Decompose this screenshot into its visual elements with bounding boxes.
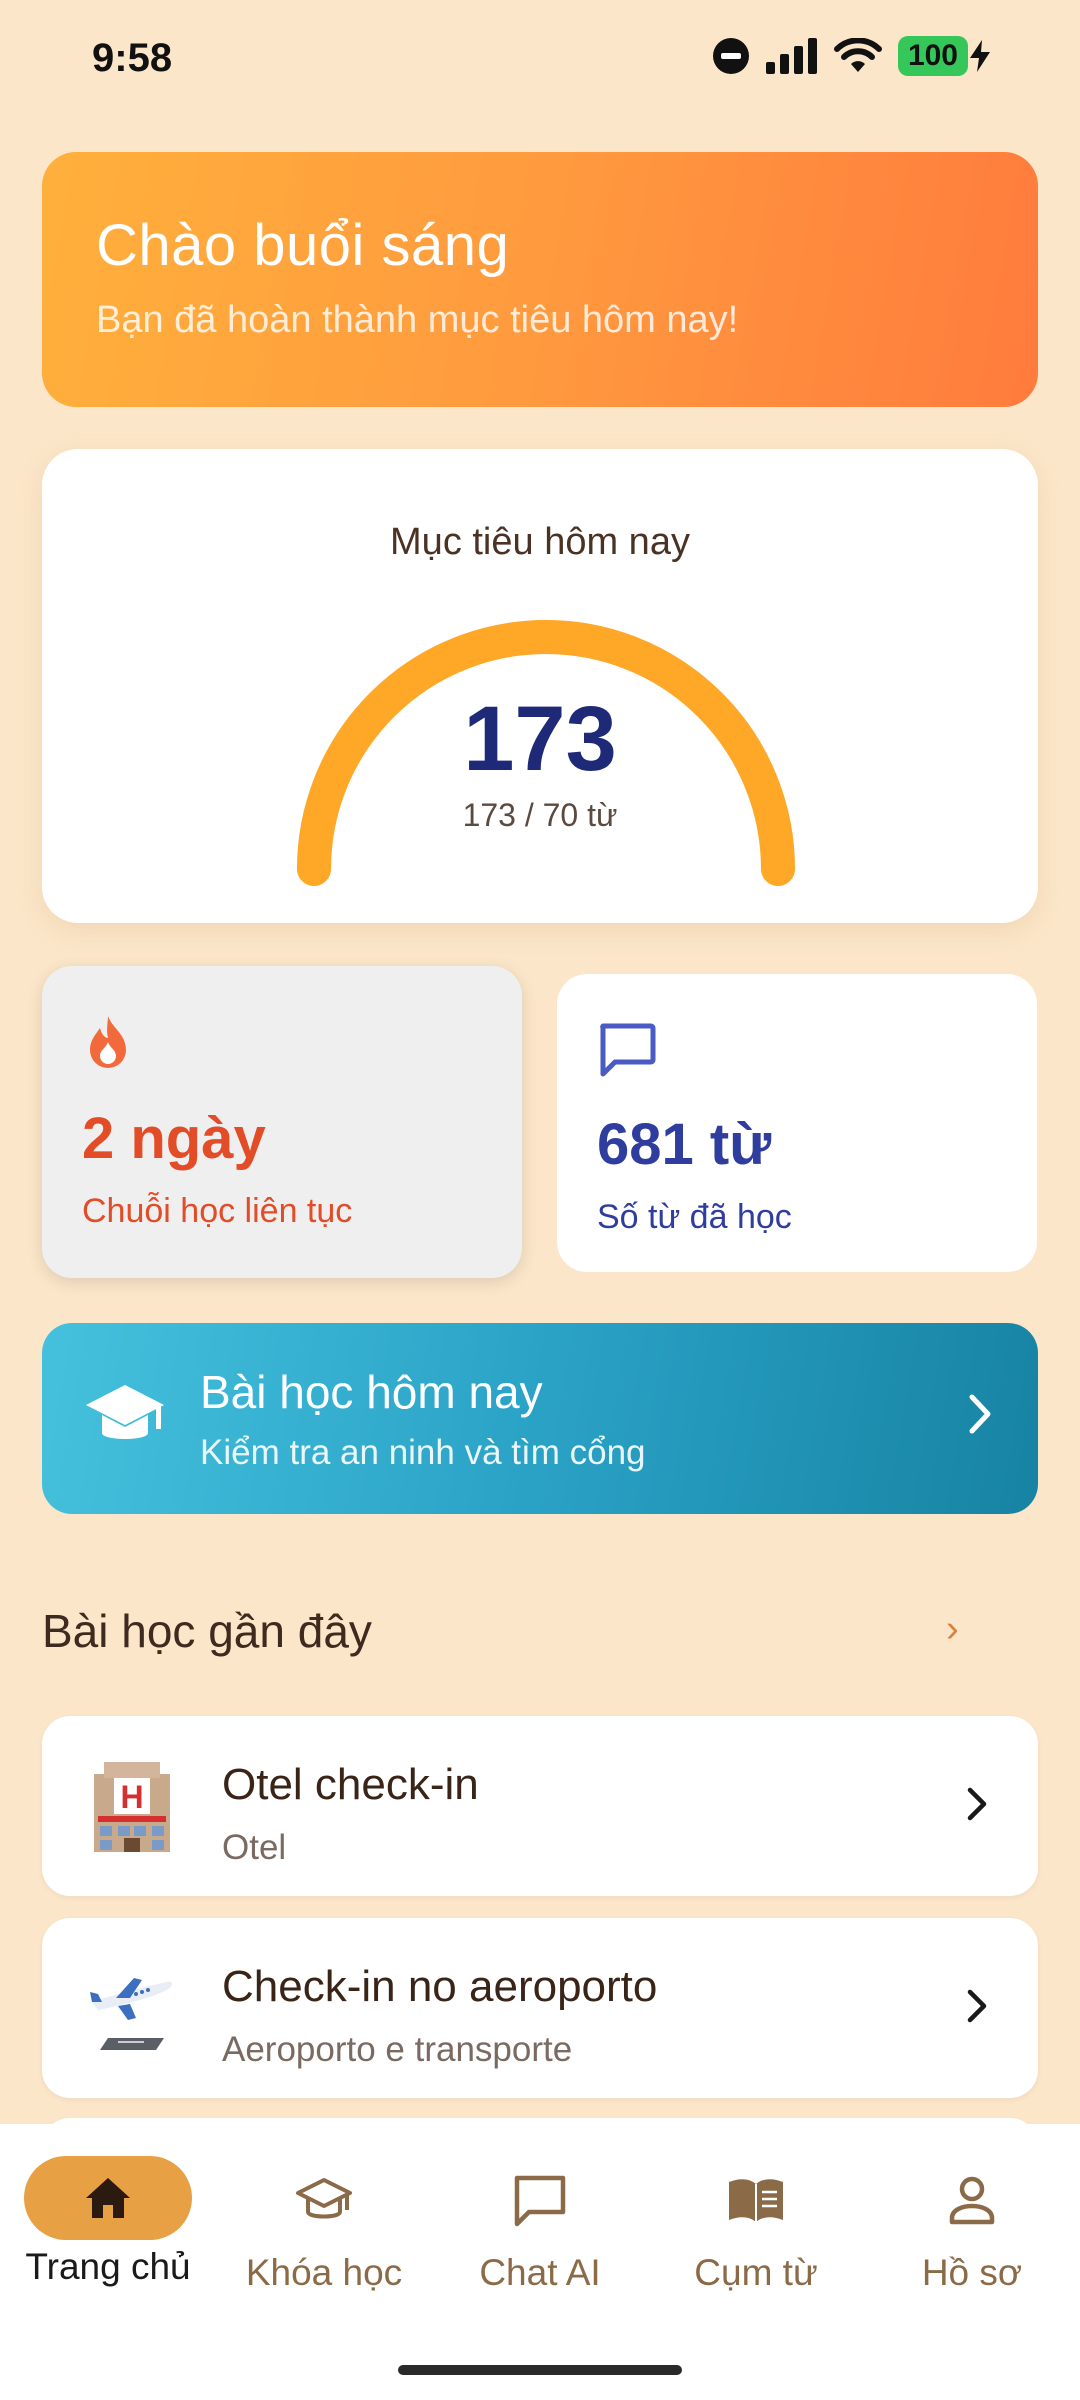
recent-lesson-category: Otel	[222, 1828, 287, 1867]
chevron-right-icon	[967, 1989, 987, 2023]
charging-bolt-icon	[970, 40, 990, 72]
today-lesson-banner[interactable]: Bài học hôm nay Kiểm tra an ninh và tìm …	[42, 1323, 1038, 1514]
goal-count: 173	[463, 688, 617, 790]
graduation-cap-icon	[86, 1385, 164, 1439]
greeting-subtitle: Bạn đã hoàn thành mục tiêu hôm nay!	[96, 299, 739, 341]
hotel-icon: H	[94, 1762, 170, 1852]
home-indicator	[398, 2365, 682, 2375]
status-time: 9:58	[92, 36, 173, 80]
battery-level: 100	[907, 39, 958, 72]
daily-goal-title: Mục tiêu hôm nay	[390, 521, 690, 563]
recent-lesson-item[interactable]: H Otel check-in Otel	[42, 1716, 1038, 1896]
streak-label: Chuỗi học liên tục	[82, 1192, 353, 1230]
flame-icon	[90, 1016, 126, 1068]
chevron-right-icon	[969, 1394, 991, 1434]
graduation-cap-icon	[296, 2178, 352, 2219]
do-not-disturb-icon	[712, 38, 749, 74]
nav-tab-label: Khóa học	[245, 2252, 403, 2293]
status-icons: 100	[712, 36, 990, 76]
chevron-right-icon	[967, 1787, 987, 1821]
today-lesson-title: Bài học hôm nay	[200, 1366, 543, 1418]
airplane-icon	[90, 1978, 173, 2050]
nav-tab-phrases[interactable]: Cụm từ	[666, 2156, 846, 2294]
home-icon	[86, 2178, 130, 2218]
recent-lesson-name: Check-in no aeroporto	[222, 1962, 658, 2011]
bottom-nav: Trang chủ Khóa học Chat AI Cụm từ Hồ sơ	[0, 2124, 1080, 2400]
greeting-banner: Chào buổi sáng Bạn đã hoàn thành mục tiê…	[42, 152, 1038, 407]
book-icon	[729, 2179, 783, 2222]
nav-tab-label: Hồ sơ	[921, 2252, 1023, 2293]
recent-lesson-item[interactable]: Check-in no aeroporto Aeroporto e transp…	[42, 1918, 1038, 2098]
battery-indicator: 100	[897, 36, 968, 76]
nav-tab-label: Chat AI	[479, 2252, 601, 2293]
recent-lesson-name: Otel check-in	[222, 1760, 479, 1809]
today-lesson-subtitle: Kiểm tra an ninh và tìm cổng	[200, 1433, 646, 1472]
recent-lessons-more-link[interactable]: ›	[946, 1608, 959, 1651]
nav-tab-courses[interactable]: Khóa học	[234, 2156, 414, 2294]
nav-tab-label: Trang chủ	[25, 2246, 191, 2287]
recent-lesson-category: Aeroporto e transporte	[222, 2030, 573, 2069]
status-bar: 9:58 100	[0, 0, 1080, 130]
goal-detail: 173 / 70 từ	[462, 797, 618, 833]
words-value: 681 từ	[597, 1112, 772, 1177]
nav-tab-chat-ai[interactable]: Chat AI	[450, 2156, 630, 2294]
recent-lessons-heading: Bài học gần đây	[42, 1605, 372, 1657]
daily-goal-card: Mục tiêu hôm nay 173 173 / 70 từ	[42, 449, 1038, 923]
greeting-title: Chào buổi sáng	[96, 213, 510, 278]
words-label: Số từ đã học	[597, 1198, 792, 1236]
streak-value: 2 ngày	[82, 1106, 266, 1171]
person-icon	[949, 2176, 995, 2225]
nav-tab-profile[interactable]: Hồ sơ	[882, 2156, 1062, 2294]
wifi-icon	[833, 38, 882, 72]
streak-card[interactable]: 2 ngày Chuỗi học liên tục	[42, 966, 522, 1278]
words-learned-card[interactable]: 681 từ Số từ đã học	[557, 974, 1037, 1272]
svg-text:H: H	[120, 1779, 143, 1815]
signal-icon	[765, 38, 817, 74]
nav-tab-label: Cụm từ	[694, 2252, 818, 2293]
chat-bubble-icon	[514, 2175, 566, 2227]
chat-bubble-icon	[600, 1023, 656, 1077]
nav-tab-home[interactable]: Trang chủ	[18, 2156, 198, 2288]
